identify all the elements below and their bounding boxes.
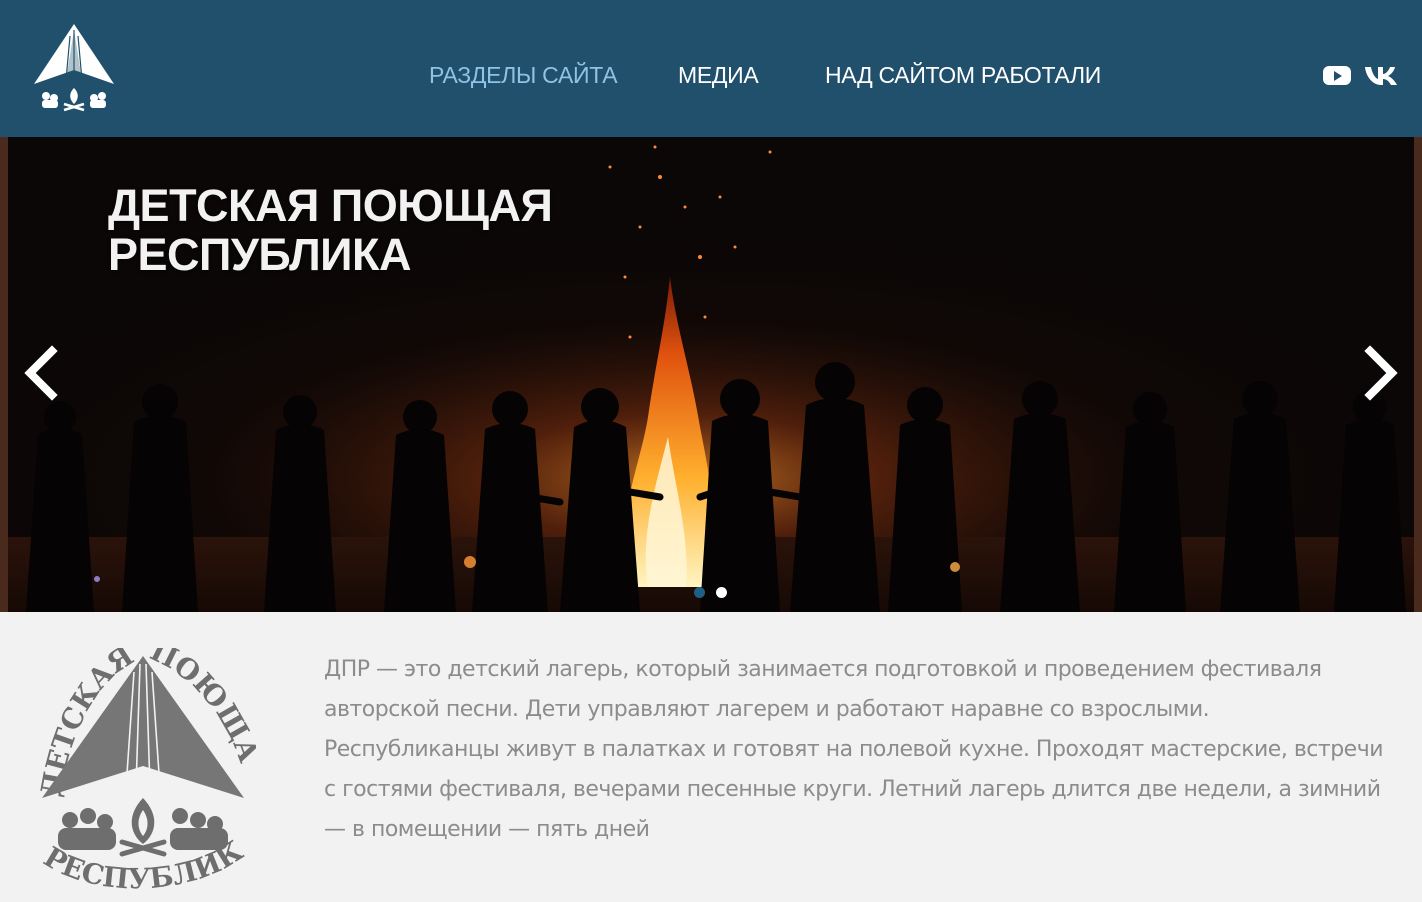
- vk-icon[interactable]: [1364, 60, 1400, 90]
- slide-title-line-2: РЕСПУБЛИКА: [108, 229, 411, 280]
- slide-title-line-1: ДЕТСКАЯ ПОЮЩАЯ: [108, 180, 553, 231]
- slider-dot-2[interactable]: [716, 587, 727, 598]
- slide-title: ДЕТСКАЯ ПОЮЩАЯ РЕСПУБЛИКА: [108, 180, 553, 280]
- nav-item-media[interactable]: МЕДИА: [678, 60, 759, 90]
- about-description: ДПР — это детский лагерь, который занима…: [324, 657, 1384, 842]
- site-logo[interactable]: [30, 22, 118, 114]
- slider-right-edge: [1414, 137, 1422, 612]
- hero-slider: ДЕТСКАЯ ПОЮЩАЯ РЕСПУБЛИКА: [0, 137, 1422, 612]
- site-header: РАЗДЕЛЫ САЙТА МЕДИА НАД САЙТОМ РАБОТАЛИ: [0, 0, 1422, 137]
- youtube-icon[interactable]: [1322, 60, 1352, 90]
- nav-item-sections[interactable]: РАЗДЕЛЫ САЙТА: [429, 60, 618, 90]
- slider-dot-1[interactable]: [694, 587, 705, 598]
- slider-left-edge: [0, 137, 8, 612]
- dpr-emblem: ДЕТСКАЯ ПОЮЩАЯ РЕСПУБЛИКА: [30, 648, 256, 896]
- slider-marker: [94, 576, 100, 582]
- slider-next-arrow[interactable]: [1362, 343, 1402, 403]
- nav-item-credits[interactable]: НАД САЙТОМ РАБОТАЛИ: [825, 60, 1101, 90]
- slider-prev-arrow[interactable]: [20, 343, 60, 403]
